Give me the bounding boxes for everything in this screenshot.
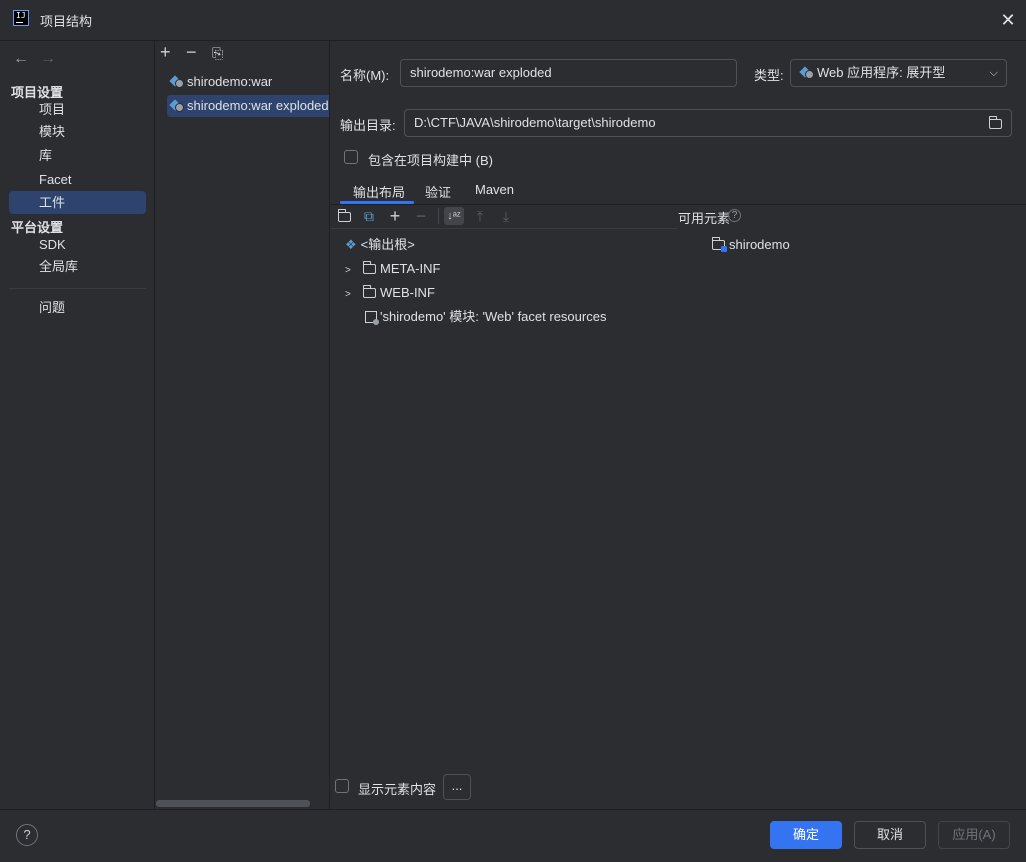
- tree-row-meta-inf[interactable]: > META-INF: [345, 258, 440, 280]
- ok-button[interactable]: 确定: [770, 821, 842, 849]
- help-icon[interactable]: ?: [16, 824, 38, 846]
- move-down-icon[interactable]: ⤓: [496, 207, 516, 225]
- horizontal-scrollbar[interactable]: [156, 800, 310, 807]
- move-up-icon[interactable]: ⤒: [470, 207, 490, 225]
- help-hint-icon[interactable]: ?: [728, 209, 741, 222]
- browse-folder-icon[interactable]: [989, 116, 1003, 129]
- sidebar-item-sdk[interactable]: SDK: [9, 233, 146, 256]
- chevron-down-icon: ⌵: [989, 67, 998, 79]
- sidebar-item-project[interactable]: 项目: [9, 98, 146, 121]
- available-item-label: shirodemo: [729, 237, 790, 252]
- sidebar-divider: [9, 288, 146, 289]
- add-copy-of-icon[interactable]: +: [385, 207, 405, 225]
- include-in-build-checkbox[interactable]: [344, 150, 358, 164]
- sidebar-item-global-libraries[interactable]: 全局库: [9, 255, 146, 278]
- sidebar-item-libraries[interactable]: 库: [9, 144, 146, 167]
- sort-elements-icon[interactable]: ↓ᵃᶻ: [444, 207, 464, 225]
- tree-row-web-inf[interactable]: > WEB-INF: [345, 282, 435, 304]
- war-artifact-icon: [171, 99, 184, 112]
- folder-icon: [363, 261, 376, 274]
- tree-label: META-INF: [380, 261, 441, 276]
- name-input[interactable]: shirodemo:war exploded: [400, 59, 737, 87]
- add-icon[interactable]: +: [160, 43, 171, 61]
- title-bar: [0, 0, 1026, 41]
- type-select[interactable]: Web 应用程序: 展开型 ⌵: [790, 59, 1007, 87]
- module-resource-icon: [365, 311, 379, 325]
- artifacts-list-panel: [155, 41, 330, 809]
- close-icon[interactable]: ✕: [998, 10, 1018, 30]
- chevron-right-icon[interactable]: >: [345, 260, 357, 282]
- sidebar-item-modules[interactable]: 模块: [9, 120, 146, 143]
- sidebar-item-problems[interactable]: 问题: [9, 296, 146, 319]
- tab-validation[interactable]: 验证: [425, 182, 451, 204]
- available-item-shirodemo[interactable]: shirodemo: [712, 234, 790, 256]
- sidebar-item-facets[interactable]: Facet: [9, 168, 146, 191]
- create-archive-icon[interactable]: ⧉: [359, 207, 379, 225]
- tree-label: WEB-INF: [380, 285, 435, 300]
- tree-row-output-root[interactable]: ❖ <输出根>: [345, 234, 415, 256]
- artifact-label: shirodemo:war exploded: [187, 98, 329, 113]
- type-select-value: Web 应用程序: 展开型: [817, 65, 946, 80]
- show-content-checkbox[interactable]: [335, 779, 349, 793]
- available-elements-label: 可用元素: [678, 211, 731, 226]
- folder-icon: [363, 285, 376, 298]
- remove-icon[interactable]: −: [186, 43, 197, 61]
- back-arrow-icon[interactable]: ←: [13, 50, 29, 68]
- web-app-icon: [801, 66, 814, 79]
- type-label: 类型:: [754, 68, 784, 83]
- apply-button[interactable]: 应用(A): [938, 821, 1010, 849]
- artifact-item-war[interactable]: shirodemo:war: [167, 71, 329, 93]
- new-directory-icon[interactable]: [334, 207, 354, 225]
- output-dir-input[interactable]: D:\CTF\JAVA\shirodemo\target\shirodemo: [404, 109, 1012, 137]
- tree-label: 'shirodemo' 模块: 'Web' facet resources: [380, 309, 607, 324]
- forward-arrow-icon[interactable]: →: [40, 50, 56, 68]
- window-title: 项目结构: [40, 14, 93, 29]
- sidebar-item-artifacts[interactable]: 工件: [9, 191, 146, 214]
- cancel-button[interactable]: 取消: [854, 821, 926, 849]
- output-dir-label: 输出目录:: [340, 118, 396, 133]
- chevron-right-icon[interactable]: >: [345, 284, 357, 306]
- intellij-logo-icon: IJ: [13, 10, 29, 26]
- include-in-build-label: 包含在项目构建中 (B): [368, 153, 493, 168]
- war-artifact-icon: [171, 75, 184, 88]
- tab-maven[interactable]: Maven: [475, 182, 514, 204]
- more-options-button[interactable]: ...: [443, 774, 471, 800]
- show-content-label: 显示元素内容: [358, 782, 437, 797]
- output-root-icon: ❖: [345, 237, 357, 252]
- name-label: 名称(M):: [340, 68, 390, 83]
- copy-icon[interactable]: ⎘: [212, 45, 223, 61]
- module-folder-icon: [712, 237, 727, 252]
- artifact-label: shirodemo:war: [187, 74, 273, 89]
- tree-row-facet-resources[interactable]: 'shirodemo' 模块: 'Web' facet resources: [365, 306, 606, 328]
- remove-element-icon[interactable]: −: [411, 207, 431, 225]
- toolbar-separator: [438, 208, 439, 224]
- tree-label: <输出根>: [360, 237, 415, 252]
- artifact-item-war-exploded[interactable]: shirodemo:war exploded: [167, 95, 329, 117]
